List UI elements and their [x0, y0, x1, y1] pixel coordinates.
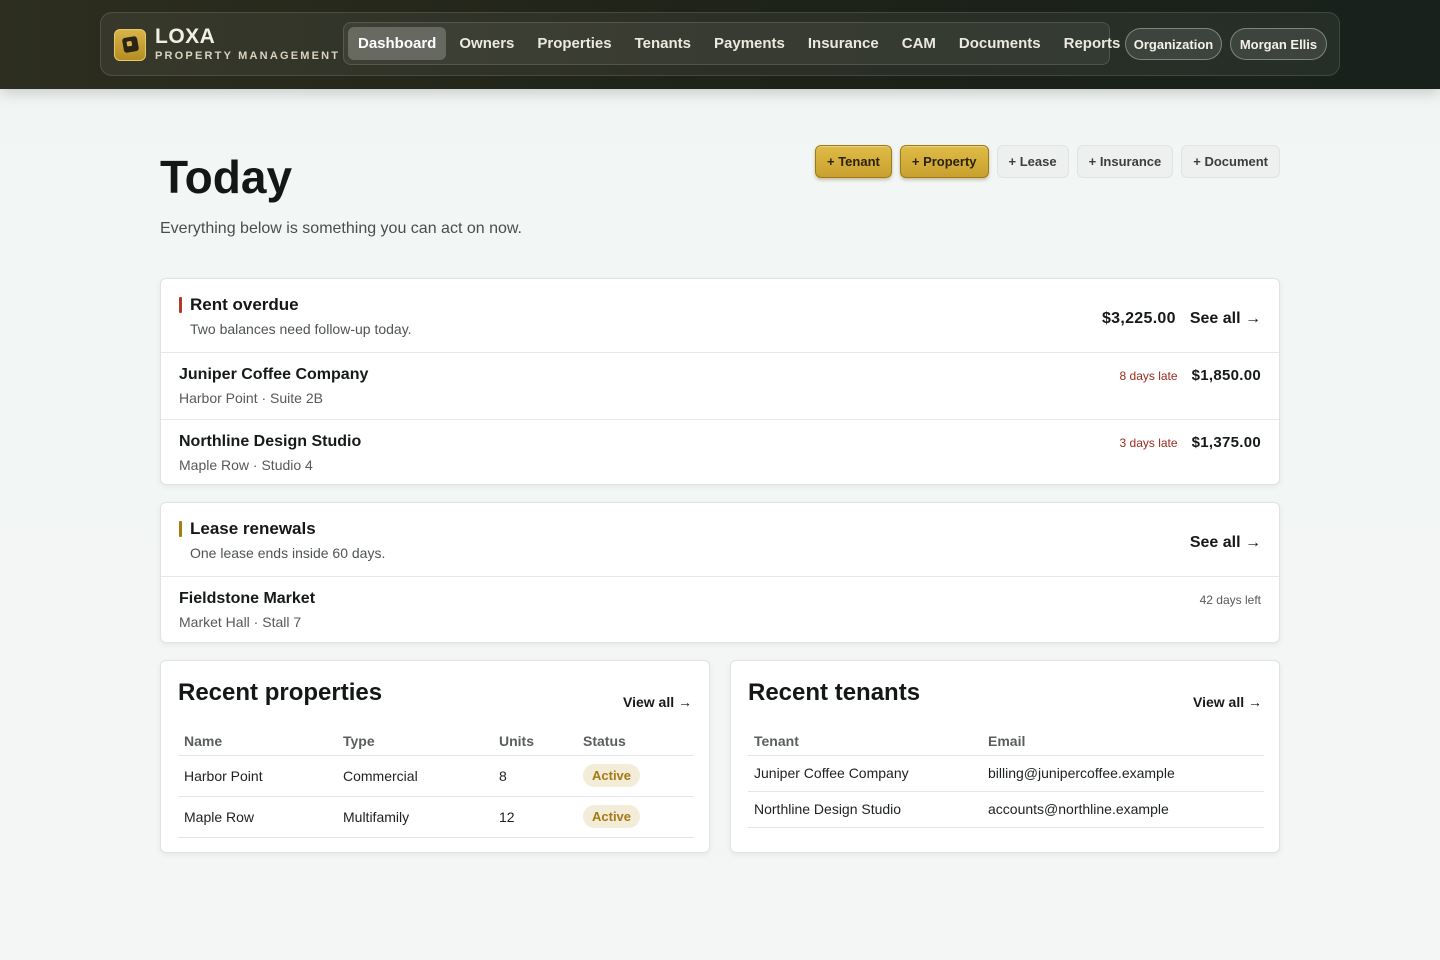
- add-document-button[interactable]: + Document: [1181, 145, 1280, 178]
- property-units: 12: [493, 796, 577, 838]
- tenant-email[interactable]: accounts@northline.example: [982, 791, 1264, 828]
- table-row[interactable]: Maple Row Multifamily 12 Active: [178, 796, 694, 838]
- user-menu-button[interactable]: Morgan Ellis: [1230, 28, 1327, 60]
- table-row[interactable]: Harbor Point Commercial 8 Active: [178, 755, 694, 797]
- property-name[interactable]: Harbor Point: [178, 755, 337, 797]
- recent-tenants-view-all-link[interactable]: View all →: [1193, 694, 1262, 710]
- add-insurance-button[interactable]: + Insurance: [1076, 145, 1174, 178]
- column-header-email[interactable]: Email: [982, 727, 1264, 756]
- nav-reports[interactable]: Reports: [1054, 27, 1131, 60]
- nav-documents[interactable]: Documents: [949, 27, 1051, 60]
- property-type: Commercial: [337, 755, 493, 797]
- column-header-status[interactable]: Status: [577, 727, 694, 756]
- tenant-name: Fieldstone Market: [179, 590, 316, 607]
- days-late-label: 3 days late: [1119, 436, 1178, 450]
- nav-owners[interactable]: Owners: [449, 27, 524, 60]
- add-property-button[interactable]: + Property: [899, 145, 989, 178]
- nav-insurance[interactable]: Insurance: [798, 27, 889, 60]
- lease-renewals-card: Lease renewals One lease ends inside 60 …: [160, 502, 1280, 643]
- tenant-name[interactable]: Northline Design Studio: [748, 791, 982, 828]
- nav-tenants[interactable]: Tenants: [625, 27, 701, 60]
- tenant-name[interactable]: Juniper Coffee Company: [748, 755, 982, 792]
- renewal-row[interactable]: Fieldstone Market Market Hall · Stall 7 …: [161, 577, 1279, 641]
- column-header-name[interactable]: Name: [178, 727, 337, 756]
- property-name[interactable]: Maple Row: [178, 796, 337, 838]
- days-late-label: 8 days late: [1119, 369, 1178, 383]
- nav-dashboard[interactable]: Dashboard: [348, 27, 447, 60]
- brand[interactable]: LOXA PROPERTY MANAGEMENT: [114, 25, 341, 62]
- rent-overdue-see-all-link[interactable]: See all →: [1190, 310, 1261, 328]
- status-badge: Active: [583, 764, 641, 787]
- brand-subtitle: PROPERTY MANAGEMENT: [155, 50, 341, 62]
- top-bar-container: LOXA PROPERTY MANAGEMENT Dashboard Owner…: [100, 12, 1340, 76]
- tenant-location: Maple Row · Studio 4: [179, 457, 313, 473]
- property-units: 8: [493, 755, 577, 797]
- brand-name: LOXA: [155, 25, 216, 48]
- nav-cam[interactable]: CAM: [892, 27, 946, 60]
- status-badge: Active: [583, 805, 641, 828]
- tenant-email[interactable]: billing@junipercoffee.example: [982, 755, 1264, 792]
- property-type: Multifamily: [337, 796, 493, 838]
- nav-payments[interactable]: Payments: [704, 27, 795, 60]
- table-row[interactable]: Juniper Coffee Company billing@juniperco…: [748, 755, 1264, 792]
- lease-renewals-title: Lease renewals: [190, 519, 316, 538]
- recent-properties-view-all-link[interactable]: View all →: [623, 694, 692, 710]
- column-header-type[interactable]: Type: [337, 727, 493, 756]
- recent-tenants-title: Recent tenants: [748, 679, 921, 706]
- quick-actions: + Tenant + Property + Lease + Insurance …: [807, 145, 1280, 178]
- page-title: Today: [160, 151, 293, 203]
- tenant-name: Juniper Coffee Company: [179, 366, 369, 383]
- recent-tenants-card: Recent tenants View all → Tenant Email J…: [730, 660, 1280, 853]
- rent-overdue-card: Rent overdue Two balances need follow-up…: [160, 278, 1280, 485]
- nav-properties[interactable]: Properties: [527, 27, 621, 60]
- tenant-name: Northline Design Studio: [179, 433, 362, 450]
- recent-properties-card: Recent properties View all → Name Type U…: [160, 660, 710, 853]
- rent-overdue-title: Rent overdue: [190, 295, 299, 314]
- lease-renewals-see-all-link[interactable]: See all →: [1190, 534, 1261, 552]
- rent-overdue-total: $3,225.00: [1101, 310, 1176, 327]
- main-nav: Dashboard Owners Properties Tenants Paym…: [343, 22, 1120, 65]
- overdue-amount: $1,375.00: [1191, 434, 1261, 451]
- recent-properties-title: Recent properties: [178, 679, 383, 706]
- rent-overdue-description: Two balances need follow-up today.: [190, 321, 412, 337]
- tenant-location: Harbor Point · Suite 2B: [179, 390, 323, 406]
- lease-renewals-header: Lease renewals One lease ends inside 60 …: [161, 503, 1279, 577]
- overdue-row[interactable]: Northline Design Studio Maple Row · Stud…: [161, 420, 1279, 487]
- properties-table: Name Type Units Status Harbor Point Comm…: [178, 727, 694, 838]
- add-lease-button[interactable]: + Lease: [996, 145, 1069, 178]
- lease-renewals-description: One lease ends inside 60 days.: [190, 545, 386, 561]
- table-row[interactable]: Northline Design Studio accounts@northli…: [748, 791, 1264, 828]
- top-bar: LOXA PROPERTY MANAGEMENT Dashboard Owner…: [0, 0, 1440, 89]
- rent-overdue-header: Rent overdue Two balances need follow-up…: [161, 279, 1279, 353]
- tenants-table: Tenant Email Juniper Coffee Company bill…: [748, 727, 1264, 828]
- alert-accent-bar: [179, 297, 182, 313]
- loxa-logo-icon: [114, 28, 146, 61]
- page-subtitle: Everything below is something you can ac…: [160, 220, 522, 237]
- days-left-label: 42 days left: [1199, 593, 1261, 607]
- tenant-location: Market Hall · Stall 7: [179, 614, 302, 630]
- column-header-tenant[interactable]: Tenant: [748, 727, 982, 756]
- overdue-row[interactable]: Juniper Coffee Company Harbor Point · Su…: [161, 353, 1279, 420]
- add-tenant-button[interactable]: + Tenant: [815, 145, 892, 178]
- alert-accent-bar: [179, 521, 182, 537]
- column-header-units[interactable]: Units: [493, 727, 577, 756]
- overdue-amount: $1,850.00: [1191, 367, 1261, 384]
- organization-button[interactable]: Organization: [1125, 28, 1222, 60]
